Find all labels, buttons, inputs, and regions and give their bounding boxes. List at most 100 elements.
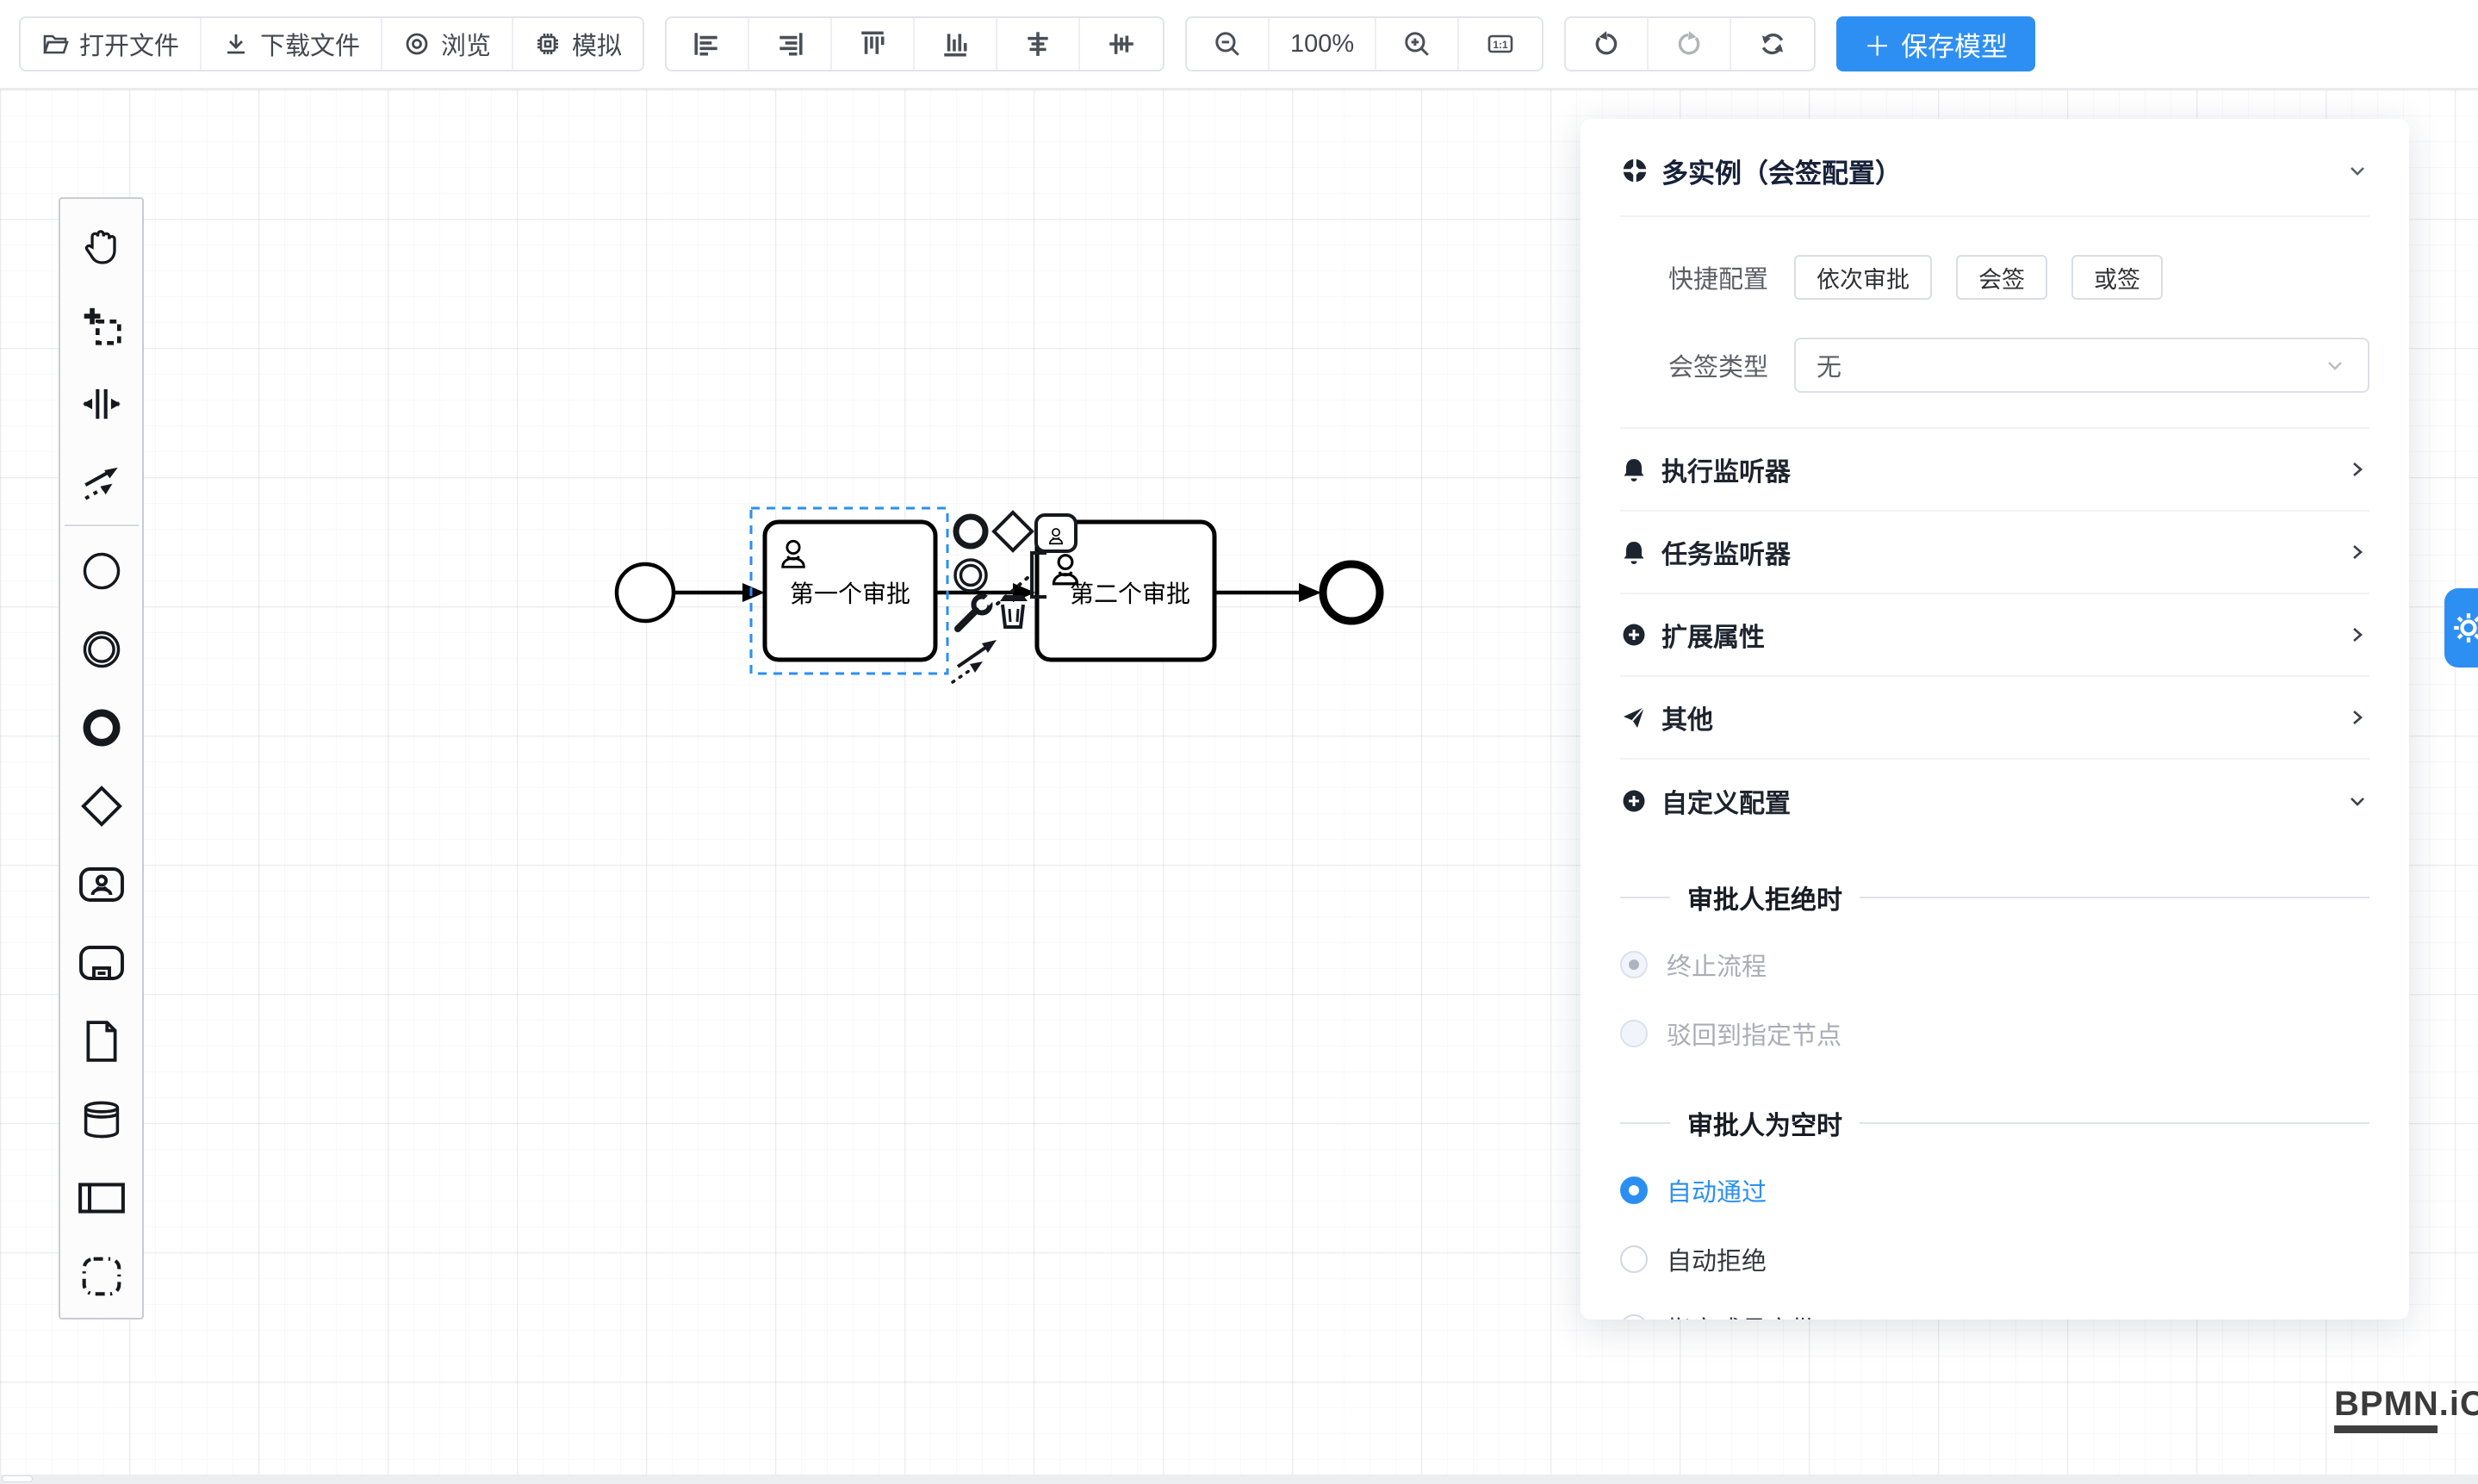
simulate-label: 模拟 <box>572 26 622 62</box>
create-data-object[interactable] <box>65 1002 139 1080</box>
empty-group-title: 审批人为空时 <box>1620 1104 2369 1142</box>
divider <box>1860 1122 2369 1124</box>
create-gateway[interactable] <box>65 767 139 845</box>
trash-icon <box>1000 595 1028 601</box>
sync-icon <box>1758 29 1787 59</box>
radio-return-to-node[interactable]: 驳回到指定节点 <box>1620 999 2369 1068</box>
chevron-right-icon <box>2345 540 2369 564</box>
radio-terminate-process[interactable]: 终止流程 <box>1620 930 2369 999</box>
reset-zoom-icon: 1:1 <box>1485 28 1516 59</box>
reset-zoom-button[interactable]: 1:1 <box>1459 18 1542 70</box>
chevron-right-icon <box>2345 457 2369 481</box>
quick-config-countersign-button[interactable]: 会签 <box>1956 255 2047 300</box>
participant-icon <box>78 1181 126 1215</box>
align-center-horizontal-button[interactable] <box>997 18 1080 70</box>
create-group[interactable] <box>65 1237 139 1315</box>
sync-button[interactable] <box>1731 18 1814 70</box>
simulate-button[interactable]: 模拟 <box>513 18 643 70</box>
lasso-tool[interactable] <box>65 286 139 364</box>
hand-tool-icon <box>80 226 123 269</box>
preview-label: 浏览 <box>441 26 491 62</box>
create-subprocess[interactable] <box>65 923 139 1002</box>
start-event[interactable] <box>617 564 674 621</box>
history-button-group <box>1564 16 1816 71</box>
chevron-down-icon <box>2345 789 2369 813</box>
preview-button[interactable]: 浏览 <box>382 18 513 70</box>
settings-fab-button[interactable] <box>2444 588 2478 667</box>
data-object-icon <box>82 1020 121 1063</box>
file-button-group: 打开文件 下载文件 浏览 模拟 <box>19 16 644 71</box>
create-end-event[interactable] <box>65 688 139 767</box>
bell-icon <box>1620 456 1648 483</box>
section-execution-listener[interactable]: 执行监听器 <box>1620 429 2369 512</box>
section-label: 执行监听器 <box>1661 450 1791 488</box>
section-label: 任务监听器 <box>1661 533 1791 571</box>
download-file-button[interactable]: 下载文件 <box>202 18 382 70</box>
align-bottom-button[interactable] <box>915 18 997 70</box>
zoom-in-icon <box>1402 29 1432 59</box>
quick-config-orsign-button[interactable]: 或签 <box>2071 255 2163 300</box>
align-top-button[interactable] <box>832 18 915 70</box>
align-left-button[interactable] <box>667 18 749 70</box>
align-right-button[interactable] <box>749 18 832 70</box>
plus-circle-icon <box>1620 621 1648 649</box>
append-end-event-icon <box>956 517 985 546</box>
section-label: 其他 <box>1661 699 1713 736</box>
global-connect-tool-icon <box>80 461 123 504</box>
create-intermediate-event[interactable] <box>65 610 139 688</box>
divider <box>1620 897 1670 898</box>
space-tool[interactable] <box>65 364 139 443</box>
section-label: 扩展属性 <box>1661 616 1765 654</box>
align-center-vertical-button[interactable] <box>1080 18 1163 70</box>
reject-group-options: 终止流程 驳回到指定节点 <box>1620 930 2369 1068</box>
append-user-task-icon[interactable] <box>1036 515 1076 551</box>
section-label: 自定义配置 <box>1661 782 1791 820</box>
bpmn-io-logo[interactable]: BPMN.iO <box>2334 1385 2478 1433</box>
section-task-listener[interactable]: 任务监听器 <box>1620 512 2369 594</box>
section-other[interactable]: 其他 <box>1620 677 2369 760</box>
radio-auto-pass[interactable]: 自动通过 <box>1620 1156 2369 1225</box>
section-extended-properties[interactable]: 扩展属性 <box>1620 594 2369 677</box>
radio-label: 指定成员审批 <box>1667 1310 1817 1319</box>
divider <box>1620 1122 1670 1124</box>
quick-config-sequential-button[interactable]: 依次审批 <box>1794 255 1932 300</box>
sign-type-select[interactable]: 无 <box>1794 338 2369 393</box>
save-model-label: 保存模型 <box>1901 25 2008 64</box>
radio-auto-reject[interactable]: 自动拒绝 <box>1620 1225 2369 1294</box>
palette <box>59 197 144 1319</box>
radio-assign-member[interactable]: 指定成员审批 <box>1620 1294 2369 1319</box>
start-event-icon <box>80 550 123 593</box>
open-file-label: 打开文件 <box>79 26 179 62</box>
horizontal-scrollbar[interactable] <box>0 1475 2478 1484</box>
radio-label: 驳回到指定节点 <box>1667 1015 1841 1052</box>
user-task-icon <box>78 866 125 903</box>
group-icon <box>80 1255 123 1298</box>
scrollbar-thumb[interactable] <box>2 1475 33 1482</box>
gear-icon <box>2451 611 2478 645</box>
zoom-in-button[interactable] <box>1376 18 1459 70</box>
global-connect-tool[interactable] <box>65 443 139 521</box>
save-model-button[interactable]: ＋ 保存模型 <box>1836 16 2035 71</box>
send-icon <box>1620 704 1648 731</box>
end-event[interactable] <box>1323 564 1380 621</box>
open-file-button[interactable]: 打开文件 <box>21 18 202 70</box>
panel-header-multi-instance[interactable]: 多实例（会签配置） <box>1620 126 2369 217</box>
undo-button[interactable] <box>1566 18 1649 70</box>
multi-instance-icon <box>1620 156 1649 185</box>
folder-open-icon <box>41 30 69 58</box>
context-pad[interactable] <box>953 512 1046 682</box>
properties-panel: 多实例（会签配置） 快捷配置 依次审批 会签 或签 会签类型 无 执行监听器 任… <box>1581 119 2409 1319</box>
create-data-store[interactable] <box>65 1080 139 1158</box>
palette-divider <box>65 525 139 526</box>
sign-type-label: 会签类型 <box>1620 347 1768 383</box>
hand-tool[interactable] <box>65 208 139 286</box>
sign-type-row: 会签类型 无 <box>1620 338 2369 393</box>
zoom-out-button[interactable] <box>1187 18 1270 70</box>
redo-icon <box>1674 29 1704 59</box>
section-custom-config[interactable]: 自定义配置 <box>1620 760 2369 842</box>
align-center-vertical-icon <box>1107 29 1136 59</box>
create-start-event[interactable] <box>65 531 139 610</box>
create-participant[interactable] <box>65 1158 139 1237</box>
redo-button[interactable] <box>1649 18 1731 70</box>
create-user-task[interactable] <box>65 845 139 923</box>
